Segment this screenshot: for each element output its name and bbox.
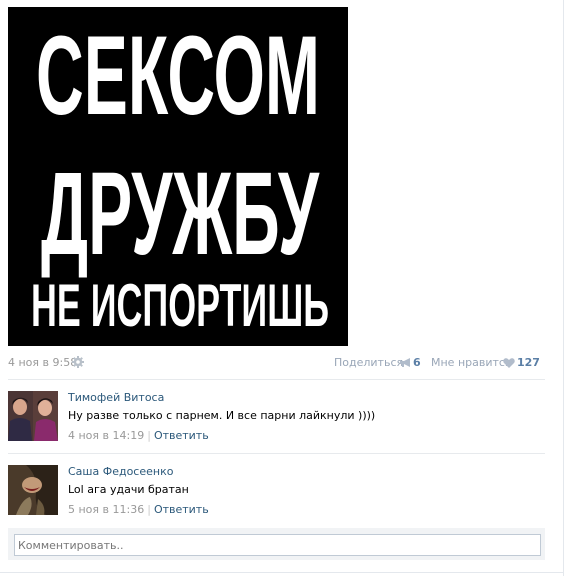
post-meta: 4 ноя в 9:58 Поделиться 6 Мне нравится 1…: [8, 356, 541, 370]
comment-date[interactable]: 5 ноя в 11:36: [68, 503, 144, 516]
comment-input[interactable]: [14, 534, 541, 556]
separator: |: [147, 503, 151, 516]
share-count: 6: [413, 356, 421, 369]
gear-icon[interactable]: [72, 356, 84, 368]
comment-footer: 5 ноя в 11:36 | Ответить: [68, 503, 209, 516]
reply-link[interactable]: Ответить: [154, 503, 209, 516]
divider: [8, 379, 545, 380]
reply-link[interactable]: Ответить: [154, 429, 209, 442]
avatar[interactable]: [8, 465, 58, 515]
post-image[interactable]: СЕКСОМ ДРУЖБУ НЕ ИСПОРТИШЬ: [8, 7, 348, 346]
comment-item: Тимофей Витоса Ну разве только с парнем.…: [8, 391, 545, 451]
comment-footer: 4 ноя в 14:19 | Ответить: [68, 429, 209, 442]
poster-line-2: ДРУЖБУ: [41, 148, 320, 280]
separator: |: [147, 429, 151, 442]
comment-text: Lol ага удачи братан: [68, 483, 189, 496]
avatar[interactable]: [8, 391, 58, 441]
comment-date[interactable]: 4 ноя в 14:19: [68, 429, 144, 442]
comment-author[interactable]: Тимофей Витоса: [68, 391, 164, 404]
comment-author[interactable]: Саша Федосеенко: [68, 465, 173, 478]
like-count: 127: [517, 356, 540, 369]
poster-line-3: НЕ ИСПОРТИШЬ: [31, 272, 329, 339]
megaphone-icon[interactable]: [399, 357, 412, 371]
like-button[interactable]: Мне нравится: [431, 356, 512, 369]
heart-icon[interactable]: [503, 358, 515, 371]
comment-text: Ну разве только с парнем. И все парни ла…: [68, 409, 376, 422]
post-date[interactable]: 4 ноя в 9:58: [8, 356, 77, 369]
comment-item: Саша Федосеенко Lol ага удачи братан 5 н…: [8, 465, 545, 525]
poster-line-1: СЕКСОМ: [36, 13, 320, 138]
divider: [8, 453, 545, 454]
comment-box: [8, 528, 545, 560]
share-button[interactable]: Поделиться: [334, 356, 403, 369]
